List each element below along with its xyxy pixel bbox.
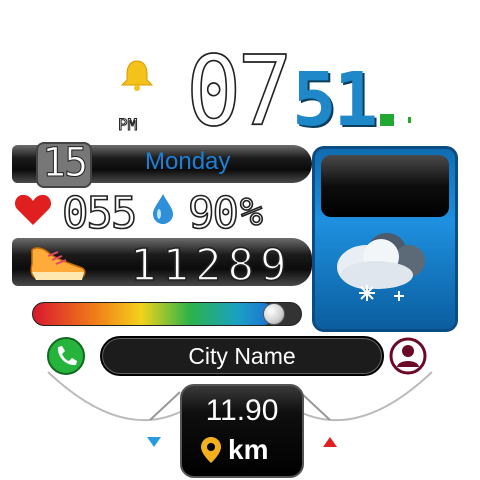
water-drop-icon — [150, 192, 176, 226]
heart-rate-value: 055 — [61, 187, 138, 240]
steps-progress-fill — [33, 303, 275, 325]
weather-tile[interactable] — [312, 146, 458, 332]
battery-icon — [378, 112, 414, 128]
city-name-pill[interactable]: City Name — [100, 336, 384, 376]
humidity-unit: % — [239, 189, 263, 235]
weekday-label: Monday — [145, 148, 231, 175]
distance-panel[interactable]: 11.90 km — [180, 384, 304, 478]
weather-snow-icon — [327, 227, 443, 305]
minutes-display: 51 — [292, 57, 378, 143]
user-button[interactable] — [388, 336, 428, 376]
distance-unit: km — [228, 434, 269, 465]
weather-header-panel — [321, 155, 449, 217]
city-name-label: City Name — [188, 342, 296, 369]
heart-icon[interactable] — [14, 193, 52, 227]
humidity-value: 90 — [187, 187, 240, 240]
arrow-down-icon[interactable] — [146, 436, 162, 448]
hours-display: 07 — [185, 35, 293, 148]
location-pin-icon — [200, 436, 222, 464]
distance-value: 11.90 — [205, 394, 279, 427]
day-number: 15 — [41, 140, 88, 187]
alarm-bell-icon[interactable] — [118, 58, 156, 92]
steps-progress-track — [32, 302, 302, 326]
phone-button[interactable] — [46, 336, 86, 376]
sneaker-icon[interactable] — [28, 242, 88, 284]
steps-value: 11289 — [129, 239, 293, 292]
arrow-up-icon[interactable] — [322, 436, 338, 448]
ampm-label: PM — [117, 115, 138, 135]
